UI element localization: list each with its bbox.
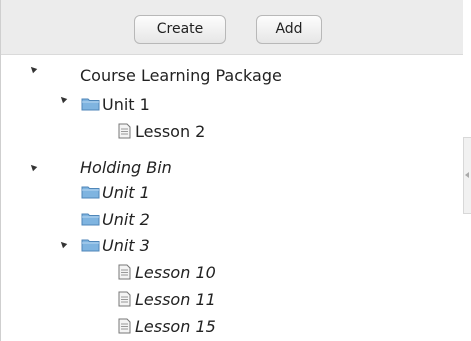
- tree-node-lesson[interactable]: Lesson 2: [117, 120, 205, 142]
- expanded-toggle-icon[interactable]: [58, 94, 68, 104]
- tree-node-label: Unit 2: [102, 209, 150, 229]
- add-button[interactable]: Add: [256, 15, 322, 44]
- tree-node-label: Lesson 15: [135, 316, 216, 336]
- tree-node-label: Holding Bin: [80, 157, 172, 177]
- tree-node-label: Lesson 10: [135, 262, 216, 282]
- expanded-toggle-icon[interactable]: [58, 239, 68, 249]
- toolbar: Create Add: [1, 0, 463, 55]
- tree-node-label: Lesson 11: [135, 289, 216, 309]
- tree-node-label: Lesson 2: [135, 121, 206, 141]
- folder-icon: [81, 239, 100, 252]
- tree-node-label: Unit 3: [102, 235, 150, 255]
- chevron-left-icon: [465, 172, 469, 178]
- tree-node-label: Unit 1: [102, 182, 150, 202]
- tree-node-unit[interactable]: Unit 1: [81, 181, 150, 203]
- tree-node-lesson[interactable]: Lesson 15: [117, 315, 216, 337]
- tree-node-holding-bin[interactable]: Holding Bin: [80, 156, 172, 178]
- document-icon: [118, 123, 131, 139]
- document-icon: [118, 318, 131, 334]
- document-icon: [118, 264, 131, 280]
- tree-node-label: Unit 1: [102, 94, 150, 114]
- collapse-panel-handle[interactable]: [463, 137, 471, 214]
- course-tree-panel: Create Add Course Learning Package Unit …: [0, 0, 463, 341]
- tree-view: Course Learning Package Unit 1 Lesson 2 …: [1, 55, 463, 341]
- tree-node-unit[interactable]: Unit 1: [81, 93, 150, 115]
- create-button[interactable]: Create: [134, 15, 226, 44]
- tree-node-lesson[interactable]: Lesson 11: [117, 288, 216, 310]
- tree-node-lesson[interactable]: Lesson 10: [117, 261, 216, 283]
- folder-icon: [81, 98, 100, 111]
- tree-node-label: Course Learning Package: [80, 65, 282, 85]
- expanded-toggle-icon[interactable]: [28, 64, 38, 74]
- tree-node-unit[interactable]: Unit 3: [81, 234, 150, 256]
- document-icon: [118, 291, 131, 307]
- folder-icon: [81, 186, 100, 199]
- expanded-toggle-icon[interactable]: [28, 162, 38, 172]
- tree-node-course[interactable]: Course Learning Package: [80, 64, 282, 86]
- tree-node-unit[interactable]: Unit 2: [81, 208, 150, 230]
- folder-icon: [81, 213, 100, 226]
